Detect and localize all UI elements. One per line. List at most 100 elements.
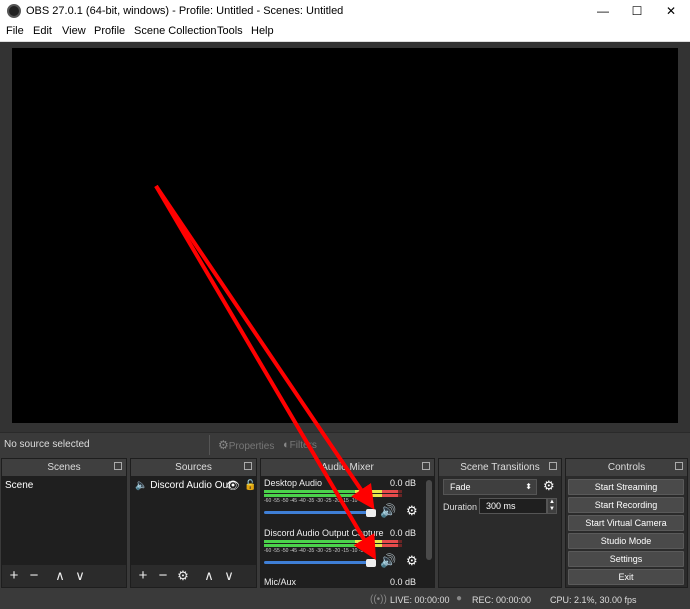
volume-meter-level bbox=[264, 540, 398, 543]
broadcast-icon: ((•)) bbox=[370, 594, 387, 605]
volume-meter-level bbox=[264, 494, 398, 497]
obs-logo-icon bbox=[7, 4, 21, 18]
volume-slider[interactable] bbox=[264, 511, 368, 514]
meter-ticks: -60 -55 -50 -45 -40 -35 -30 -25 -20 -15 … bbox=[264, 498, 368, 504]
volume-slider[interactable] bbox=[264, 561, 368, 564]
gear-icon: ⚙ bbox=[218, 438, 229, 452]
gear-icon[interactable]: ⚙ bbox=[543, 478, 555, 494]
exit-button[interactable]: Exit bbox=[568, 569, 684, 585]
channel-db: 0.0 dB bbox=[389, 577, 416, 587]
studio-mode-button[interactable]: Studio Mode bbox=[568, 533, 684, 549]
menu-scene-collection[interactable]: Scene Collection bbox=[134, 25, 217, 37]
lock-icon[interactable]: 🔓 bbox=[244, 478, 256, 494]
transition-select-value: Fade bbox=[450, 482, 471, 492]
meter-ticks: -60 -55 -50 -45 -40 -35 -30 -25 -20 -15 … bbox=[264, 548, 368, 554]
duration-spinbox[interactable]: 300 ms bbox=[479, 498, 547, 514]
divider bbox=[209, 435, 210, 455]
menu-edit[interactable]: Edit bbox=[33, 25, 52, 37]
maximize-button[interactable]: ☐ bbox=[620, 0, 654, 22]
scenes-list: Scene bbox=[2, 476, 126, 565]
remove-icon[interactable]: − bbox=[24, 566, 44, 586]
mixer-channel-discord: Discord Audio Output Capture 0.0 dB -60 … bbox=[264, 528, 420, 574]
start-virtual-camera-button[interactable]: Start Virtual Camera bbox=[568, 515, 684, 531]
menu-tools[interactable]: Tools bbox=[217, 25, 243, 37]
window-title: OBS 27.0.1 (64-bit, windows) - Profile: … bbox=[26, 5, 344, 17]
remove-icon[interactable]: − bbox=[153, 566, 173, 586]
undock-icon[interactable] bbox=[114, 462, 122, 470]
undock-icon[interactable] bbox=[549, 462, 557, 470]
scenes-dock-title: Scenes bbox=[2, 459, 126, 476]
filters-label: Filters bbox=[289, 440, 317, 451]
transitions-body: Fade ⬍ ⚙ Duration 300 ms ▲ ▼ bbox=[439, 476, 561, 587]
scene-transitions-title: Scene Transitions bbox=[439, 459, 561, 476]
title-bar: OBS 27.0.1 (64-bit, windows) - Profile: … bbox=[0, 0, 690, 22]
cpu-fps: CPU: 2.1%, 30.00 fps bbox=[550, 595, 637, 605]
channel-db: 0.0 dB bbox=[389, 528, 416, 538]
context-bar: No source selected ⚙Properties ◐Filters bbox=[0, 432, 690, 456]
scene-transitions-dock: Scene Transitions Fade ⬍ ⚙ Duration 300 … bbox=[438, 458, 562, 588]
record-dot-icon: ● bbox=[456, 593, 463, 604]
menu-view[interactable]: View bbox=[62, 25, 86, 37]
gear-icon[interactable]: ⚙ bbox=[406, 503, 418, 519]
move-down-icon[interactable]: ∨ bbox=[70, 566, 90, 586]
controls-title: Controls bbox=[566, 459, 687, 476]
add-icon[interactable]: + bbox=[4, 566, 24, 586]
gear-icon[interactable]: ⚙ bbox=[406, 553, 418, 569]
transition-select[interactable]: Fade ⬍ bbox=[443, 479, 537, 495]
audio-mixer-title: Audio Mixer bbox=[261, 459, 434, 476]
volume-meter-level bbox=[264, 490, 398, 493]
move-down-icon[interactable]: ∨ bbox=[219, 566, 239, 586]
menu-profile[interactable]: Profile bbox=[94, 25, 125, 37]
eye-icon[interactable]: 👁 bbox=[226, 478, 240, 494]
slider-knob[interactable] bbox=[366, 559, 376, 567]
channel-db: 0.0 dB bbox=[389, 478, 416, 488]
slider-knob[interactable] bbox=[366, 509, 376, 517]
filters-button[interactable]: ◐Filters bbox=[283, 436, 317, 454]
live-time: LIVE: 00:00:00 bbox=[390, 595, 450, 605]
start-recording-button[interactable]: Start Recording bbox=[568, 497, 684, 513]
start-streaming-button[interactable]: Start Streaming bbox=[568, 479, 684, 495]
no-source-label: No source selected bbox=[4, 439, 90, 450]
duration-stepper[interactable]: ▲ ▼ bbox=[547, 498, 557, 514]
sources-dock-title: Sources bbox=[131, 459, 256, 476]
volume-meter-level bbox=[264, 544, 398, 547]
duration-value: 300 ms bbox=[486, 501, 516, 511]
sources-toolbar: + − ⚙ ∧ ∨ bbox=[131, 565, 256, 587]
source-item[interactable]: 🔈 Discord Audio Out 👁 🔓 bbox=[132, 478, 256, 494]
menu-file[interactable]: File bbox=[6, 25, 24, 37]
add-icon[interactable]: + bbox=[133, 566, 153, 586]
menu-help[interactable]: Help bbox=[251, 25, 274, 37]
source-label: Discord Audio Out bbox=[150, 480, 231, 491]
status-bar: ((•)) LIVE: 00:00:00 ● REC: 00:00:00 CPU… bbox=[0, 590, 690, 609]
filters-icon: ◐ bbox=[283, 439, 290, 451]
preview-canvas[interactable] bbox=[12, 48, 678, 423]
chevron-down-icon: ⬍ bbox=[525, 482, 532, 491]
rec-time: REC: 00:00:00 bbox=[472, 595, 532, 605]
undock-icon[interactable] bbox=[422, 462, 430, 470]
properties-label: Properties bbox=[228, 441, 275, 452]
mixer-channel-desktop-audio: Desktop Audio 0.0 dB -60 -55 -50 -45 -40… bbox=[264, 478, 420, 524]
mixer-body: Desktop Audio 0.0 dB -60 -55 -50 -45 -40… bbox=[261, 476, 434, 587]
chevron-up-icon[interactable]: ▲ bbox=[549, 499, 555, 505]
mixer-scrollbar[interactable] bbox=[426, 480, 432, 560]
sources-dock: Sources 🔈 Discord Audio Out 👁 🔓 + − ⚙ ∧ … bbox=[130, 458, 257, 588]
move-up-icon[interactable]: ∧ bbox=[50, 566, 70, 586]
close-button[interactable]: ✕ bbox=[654, 0, 688, 22]
undock-icon[interactable] bbox=[244, 462, 252, 470]
properties-button[interactable]: ⚙Properties bbox=[218, 436, 274, 454]
speaker-icon: 🔈 bbox=[135, 480, 148, 491]
move-up-icon[interactable]: ∧ bbox=[199, 566, 219, 586]
scene-item[interactable]: Scene bbox=[3, 478, 125, 494]
duration-label: Duration bbox=[443, 502, 478, 512]
speaker-icon[interactable]: 🔊 bbox=[380, 553, 396, 569]
channel-name: Discord Audio Output Capture bbox=[264, 528, 384, 538]
mixer-channel-mic-aux: Mic/Aux 0.0 dB bbox=[264, 577, 420, 589]
minimize-button[interactable]: — bbox=[586, 0, 620, 22]
scenes-toolbar: + − ∧ ∨ bbox=[2, 565, 126, 587]
audio-mixer-dock: Audio Mixer Desktop Audio 0.0 dB -60 -55… bbox=[260, 458, 435, 588]
speaker-icon[interactable]: 🔊 bbox=[380, 503, 396, 519]
chevron-down-icon[interactable]: ▼ bbox=[549, 506, 555, 512]
undock-icon[interactable] bbox=[675, 462, 683, 470]
settings-button[interactable]: Settings bbox=[568, 551, 684, 567]
gear-icon[interactable]: ⚙ bbox=[173, 566, 193, 586]
